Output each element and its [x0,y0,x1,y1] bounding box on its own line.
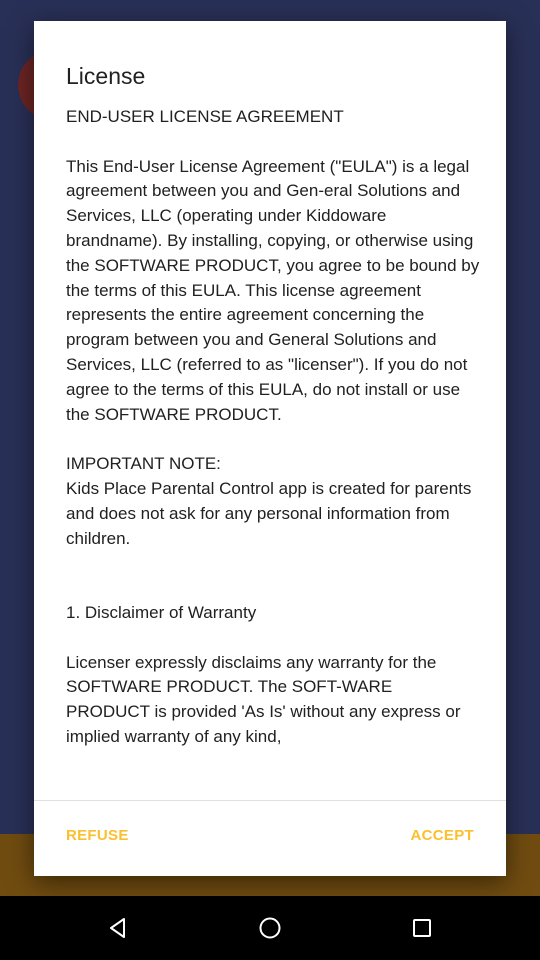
license-dialog: License END-USER LICENSE AGREEMENT This … [34,21,506,876]
license-paragraph: This End-User License Agreement ("EULA")… [66,156,480,424]
license-line [66,551,480,576]
recent-apps-square-icon [413,919,431,937]
license-paragraph: Kids Place Parental Control app is creat… [66,478,477,548]
license-paragraph: Licenser expressly disclaims any warrant… [66,652,466,746]
license-line: IMPORTANT NOTE: [66,454,221,474]
license-line: END-USER LICENSE AGREEMENT [66,107,344,126]
license-line [66,576,480,601]
recent-apps-button[interactable] [402,908,442,948]
home-circle-icon [259,917,281,939]
back-button[interactable] [98,908,138,948]
dialog-title: License [66,63,146,89]
license-line [66,626,480,651]
system-nav-bar [0,896,540,960]
license-line [66,130,480,155]
accept-button[interactable]: ACCEPT [411,827,474,844]
license-line [66,427,480,452]
license-text-scroll[interactable]: END-USER LICENSE AGREEMENT This End-User… [66,105,480,800]
license-section-heading: 1. Disclaimer of Warranty [66,602,257,622]
dialog-divider [34,800,506,801]
back-triangle-icon [110,918,125,938]
home-button[interactable] [250,908,290,948]
refuse-button[interactable]: REFUSE [66,827,129,844]
